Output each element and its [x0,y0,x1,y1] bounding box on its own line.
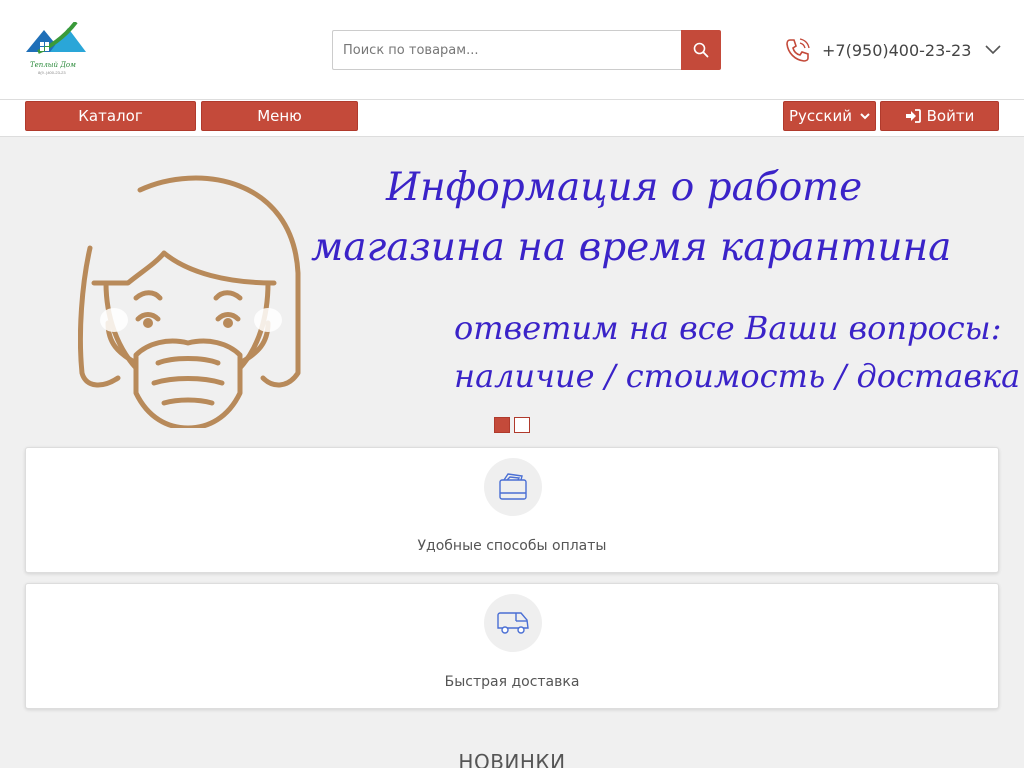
language-label: Русский [789,107,852,125]
chevron-down-icon [860,112,870,119]
wallet-icon [499,473,527,500]
site-header: Теплый Дом 8(9..)400-23-23 +7(950)400-23… [0,0,1024,100]
menu-bar: Каталог Меню Русский Войти [0,100,1024,137]
sign-in-icon [905,109,921,123]
logo-text: Теплый Дом [30,61,76,69]
feature-card-delivery: Быстрая доставка [25,583,999,709]
catalog-button[interactable]: Каталог [25,101,196,131]
language-select[interactable]: Русский [783,101,876,131]
chevron-down-icon[interactable] [985,45,1001,55]
banner-subtitle-line1: ответим на все Ваши вопросы: [454,309,1002,347]
phone-icon [786,38,810,62]
slider-dot-2[interactable] [514,417,530,433]
banner-subtitle-line2: наличие / стоимость / доставка [454,357,1021,395]
feature-label: Удобные способы оплаты [417,538,607,554]
truck-icon [497,612,529,634]
banner-title-line2: магазина на время карантина [311,225,952,270]
feature-icon-circle [484,594,542,652]
login-button[interactable]: Войти [880,101,999,131]
phone-number[interactable]: +7(950)400-23-23 [822,41,971,60]
hero-banner-slider[interactable]: Информация о работе магазина на время ка… [0,137,1024,440]
face-mask-illustration [78,175,301,428]
login-label: Войти [926,107,975,125]
search-icon [693,42,709,58]
banner-title-line1: Информация о работе [386,165,863,210]
feature-icon-circle [484,458,542,516]
new-items-heading: НОВИНКИ [458,750,566,768]
search-bar [332,30,721,70]
search-button[interactable] [681,30,721,70]
logo-subtext: 8(9..)400-23-23 [38,70,66,75]
phone-block[interactable]: +7(950)400-23-23 [784,32,1001,68]
feature-label: Быстрая доставка [444,674,580,690]
slider-dot-1[interactable] [494,417,510,433]
slider-dots [494,417,530,433]
menu-button[interactable]: Меню [201,101,358,131]
house-logo-icon [26,20,86,54]
search-input[interactable] [332,30,681,70]
feature-card-payment: Удобные способы оплаты [25,447,999,573]
